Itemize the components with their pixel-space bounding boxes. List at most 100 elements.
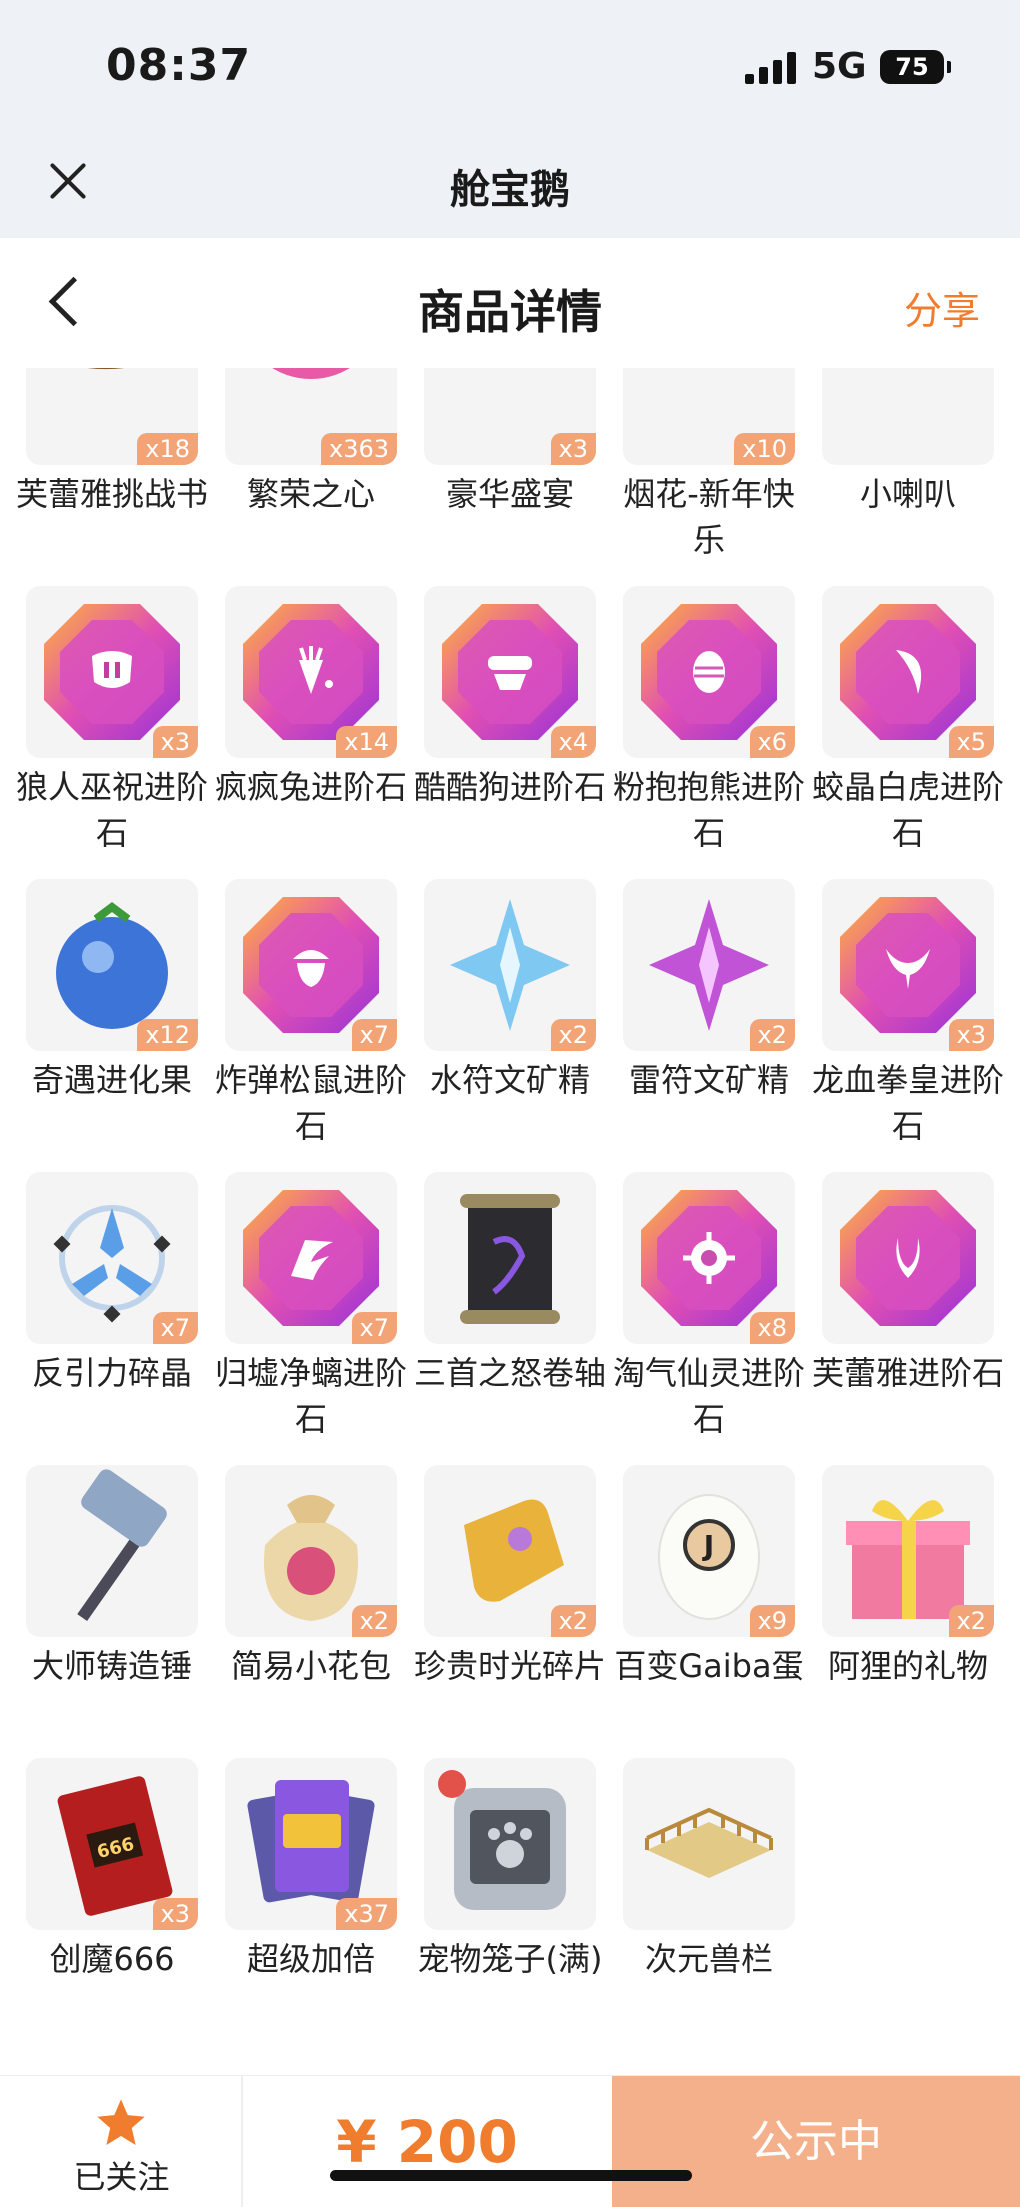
hammer-icon — [77, 1469, 167, 1622]
item-name: 小喇叭 — [859, 475, 956, 513]
list-item[interactable]: x12 奇遇进化果 — [26, 879, 198, 1103]
gem-freya-icon — [840, 1190, 976, 1326]
item-thumbnail — [623, 1758, 795, 1930]
item-thumbnail: x4 — [424, 586, 596, 758]
item-thumbnail: x2 — [822, 1465, 994, 1637]
item-name: 阿狸的礼物 — [827, 1647, 988, 1685]
list-item[interactable]: x6 粉抱抱熊进阶石 — [613, 586, 805, 856]
list-item[interactable]: x3 龙血拳皇进阶石 — [812, 879, 1004, 1149]
list-item[interactable]: x5 蛟晶白虎进阶石 — [812, 586, 1004, 856]
list-item[interactable]: x363 繁荣之心 — [225, 368, 397, 517]
item-thumbnail: x3 — [26, 586, 198, 758]
item-thumbnail: x7 — [26, 1172, 198, 1344]
megaphone-icon — [822, 368, 994, 465]
network-type: 5G — [812, 46, 867, 87]
quantity-badge: x6 — [749, 726, 795, 758]
list-item[interactable]: Jx9 百变Gaiba蛋 — [614, 1465, 804, 1689]
status-button[interactable]: 公示中 — [612, 2076, 1020, 2207]
price: ¥ 200 — [336, 2108, 518, 2176]
quantity-badge: x3 — [948, 1019, 994, 1051]
item-name: 芙蕾雅进阶石 — [811, 1354, 1004, 1392]
quantity-badge: x3 — [152, 1898, 198, 1930]
item-name: 珍贵时光碎片 — [413, 1647, 606, 1685]
page-title: 商品详情 — [418, 285, 602, 339]
item-name: 百变Gaiba蛋 — [614, 1647, 804, 1685]
item-name: 狼人巫祝进阶石 — [15, 768, 208, 852]
quantity-badge: x3 — [550, 433, 596, 465]
app-title: 舱宝鹅 — [450, 167, 570, 213]
item-name: 龙血拳皇进阶石 — [811, 1061, 1004, 1145]
pet-cage-icon — [438, 1770, 566, 1910]
list-item[interactable]: 次元兽栏 — [623, 1758, 795, 1982]
item-thumbnail: x10 — [623, 368, 795, 465]
quantity-badge: x37 — [336, 1898, 397, 1930]
status-bar: 08:37 5G 75 — [0, 0, 1020, 135]
item-name: 反引力碎晶 — [31, 1354, 192, 1392]
list-item[interactable]: 宠物笼子(满) — [418, 1758, 602, 1982]
item-thumbnail: x12 — [26, 879, 198, 1051]
item-thumbnail: x37 — [225, 1758, 397, 1930]
list-item[interactable]: x2 水符文矿精 — [424, 879, 596, 1103]
quantity-badge: x2 — [550, 1605, 596, 1637]
list-item[interactable]: x4 酷酷狗进阶石 — [414, 586, 606, 810]
list-item[interactable]: x7 炸弹松鼠进阶石 — [215, 879, 407, 1149]
item-thumbnail: x2 — [424, 1465, 596, 1637]
item-thumbnail: x3 — [822, 879, 994, 1051]
quantity-badge: x9 — [749, 1605, 795, 1637]
item-thumbnail: x6 — [623, 586, 795, 758]
list-item[interactable]: x8 淘气仙灵进阶石 — [613, 1172, 805, 1442]
list-item[interactable]: x2 珍贵时光碎片 — [414, 1465, 606, 1689]
quantity-badge: x5 — [948, 726, 994, 758]
list-item[interactable]: 666 x3 创魔666 — [26, 1758, 198, 1982]
quantity-badge: x8 — [749, 1312, 795, 1344]
status-time: 08:37 — [106, 40, 252, 91]
item-name: 粉抱抱熊进阶石 — [612, 768, 805, 852]
list-item[interactable]: x2 简易小花包 — [225, 1465, 397, 1689]
fence-icon — [645, 1807, 773, 1878]
quantity-badge: x14 — [336, 726, 397, 758]
item-thumbnail — [26, 1465, 198, 1637]
item-thumbnail: x363 — [225, 368, 397, 465]
item-name: 奇遇进化果 — [31, 1061, 192, 1099]
list-item[interactable]: 三首之怒卷轴 — [414, 1172, 606, 1396]
list-item[interactable]: x3 豪华盛宴 — [424, 368, 596, 517]
item-thumbnail: x7 — [225, 879, 397, 1051]
list-item[interactable]: x10 烟花-新年快乐 — [623, 368, 795, 563]
item-thumbnail: x3 — [424, 368, 596, 465]
item-name: 芙蕾雅挑战书 — [15, 475, 208, 513]
list-item[interactable]: x14 疯疯兔进阶石 — [215, 586, 407, 810]
list-item[interactable]: x7 归墟净螭进阶石 — [215, 1172, 407, 1442]
item-thumbnail: x18 — [26, 368, 198, 465]
item-name: 归墟净螭进阶石 — [214, 1354, 407, 1438]
quantity-badge: x7 — [152, 1312, 198, 1344]
list-item[interactable]: 芙蕾雅进阶石 — [812, 1172, 1004, 1396]
quantity-badge: x2 — [550, 1019, 596, 1051]
list-item[interactable]: 大师铸造锤 — [26, 1465, 198, 1689]
list-item[interactable]: x37 超级加倍 — [225, 1758, 397, 1982]
list-item[interactable]: x18 芙蕾雅挑战书 — [16, 368, 208, 517]
item-thumbnail: x5 — [822, 586, 994, 758]
item-name: 三首之怒卷轴 — [413, 1354, 606, 1392]
quantity-badge: x3 — [152, 726, 198, 758]
item-name: 超级加倍 — [246, 1940, 375, 1978]
follow-button[interactable]: 已关注 — [0, 2076, 243, 2207]
item-name: 炸弹松鼠进阶石 — [214, 1061, 407, 1145]
list-item[interactable]: x2 雷符文矿精 — [623, 879, 795, 1103]
quantity-badge: x18 — [137, 433, 198, 465]
item-name: 创魔666 — [49, 1940, 175, 1978]
bottom-bar: 已关注 ¥ 200 公示中 — [0, 2075, 1020, 2207]
quantity-badge: x363 — [320, 433, 397, 465]
quantity-badge: x7 — [351, 1312, 397, 1344]
quantity-badge: x2 — [749, 1019, 795, 1051]
list-item[interactable]: x3 狼人巫祝进阶石 — [16, 586, 208, 856]
app-bar: 舱宝鹅 — [0, 135, 1020, 238]
battery-icon: 75 — [880, 50, 951, 84]
list-item[interactable]: 小喇叭 — [822, 368, 994, 517]
item-thumbnail: Jx9 — [623, 1465, 795, 1637]
item-name: 烟花-新年快乐 — [623, 475, 795, 559]
share-button[interactable]: 分享 — [904, 280, 980, 335]
list-item[interactable]: x7 反引力碎晶 — [26, 1172, 198, 1396]
page-header: 商品详情 分享 — [0, 238, 1020, 368]
quantity-badge: x2 — [351, 1605, 397, 1637]
list-item[interactable]: x2 阿狸的礼物 — [822, 1465, 994, 1689]
